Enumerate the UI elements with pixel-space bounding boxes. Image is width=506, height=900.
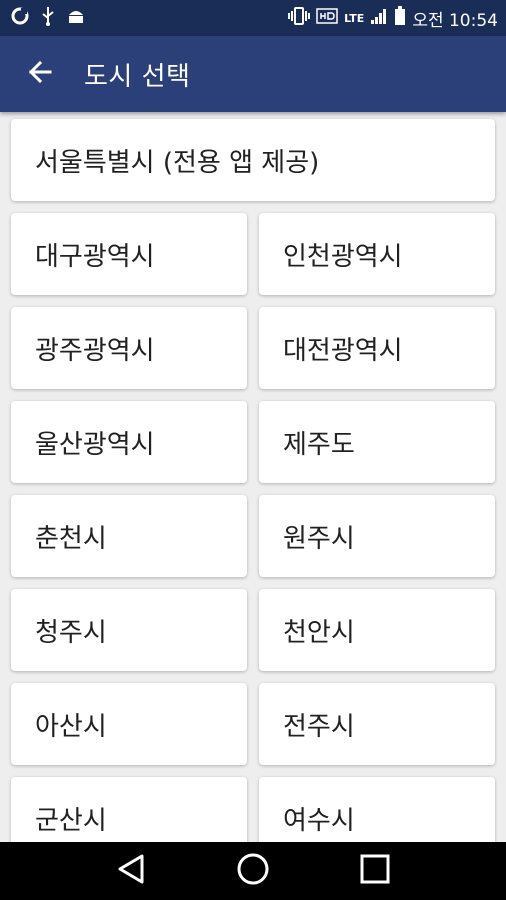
nav-recents-button[interactable] xyxy=(350,846,400,896)
city-card[interactable]: 군산시 xyxy=(11,777,247,842)
battery-icon xyxy=(394,5,406,31)
android-debug-icon xyxy=(66,6,86,31)
city-card[interactable]: 천안시 xyxy=(259,589,495,671)
app-bar: 도시 선택 xyxy=(0,36,506,112)
nav-home-button[interactable] xyxy=(228,846,278,896)
home-circle-icon xyxy=(236,852,270,890)
page-title: 도시 선택 xyxy=(84,61,191,92)
signal-icon xyxy=(370,7,388,30)
arrow-back-icon xyxy=(26,58,54,90)
city-card[interactable]: 울산광역시 xyxy=(11,401,247,483)
hd-voice-icon xyxy=(316,7,338,30)
city-card[interactable]: 제주도 xyxy=(259,401,495,483)
app-notification-icon xyxy=(10,6,30,31)
city-card[interactable]: 인천광역시 xyxy=(259,213,495,295)
city-card[interactable]: 청주시 xyxy=(11,589,247,671)
recents-square-icon xyxy=(359,853,391,889)
lte-icon: LTE xyxy=(344,11,365,25)
nav-back-button[interactable] xyxy=(106,846,156,896)
city-card[interactable]: 춘천시 xyxy=(11,495,247,577)
vibrate-icon xyxy=(288,6,311,30)
city-card[interactable]: 대전광역시 xyxy=(259,307,495,389)
back-button[interactable] xyxy=(10,44,70,104)
city-card[interactable]: 원주시 xyxy=(259,495,495,577)
city-card[interactable]: 전주시 xyxy=(259,683,495,765)
usb-icon xyxy=(40,6,56,31)
city-card[interactable]: 대구광역시 xyxy=(11,213,247,295)
system-nav-bar xyxy=(0,842,506,900)
status-time: 오전 10:54 xyxy=(412,10,498,31)
city-grid: 대구광역시 인천광역시 광주광역시 대전광역시 울산광역시 제주도 춘천시 원주… xyxy=(11,213,495,842)
city-card[interactable]: 광주광역시 xyxy=(11,307,247,389)
city-card[interactable]: 여수시 xyxy=(259,777,495,842)
city-card-seoul[interactable]: 서울특별시 (전용 앱 제공) xyxy=(11,119,495,201)
city-card[interactable]: 아산시 xyxy=(11,683,247,765)
back-triangle-icon xyxy=(116,853,146,889)
status-bar: LTE 오전 10:54 xyxy=(0,0,506,36)
city-list[interactable]: 서울특별시 (전용 앱 제공) 대구광역시 인천광역시 광주광역시 대전광역시 … xyxy=(0,112,506,842)
